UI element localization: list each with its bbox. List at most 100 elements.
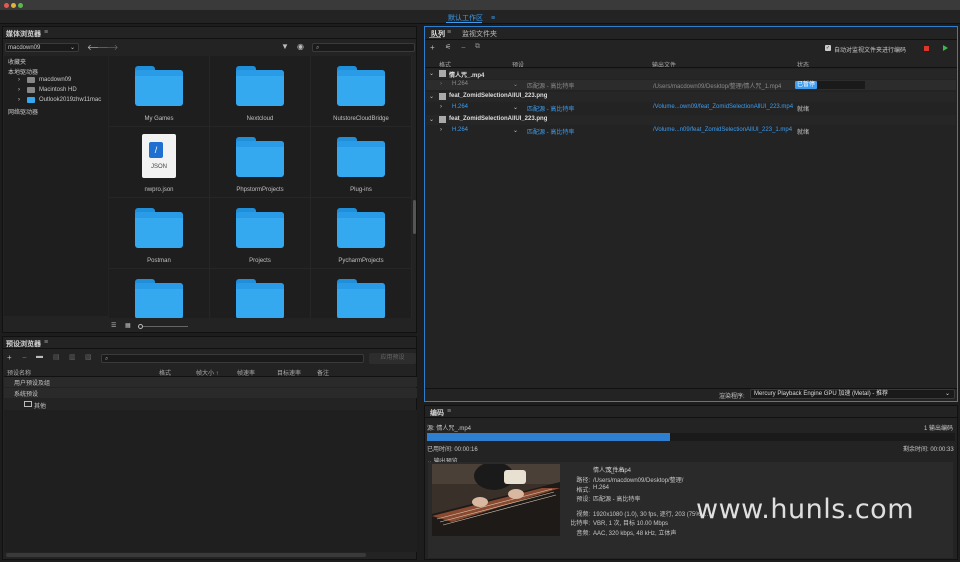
detail-value: 1920x1080 (1.0), 30 fps, 逐行, 203 (75% … [593, 512, 709, 518]
list-item[interactable]: 其他 [4, 399, 417, 410]
folder-icon [236, 137, 284, 177]
queue-job[interactable]: ⌄ feat_ZomidSelectionAllUI_223.png [426, 92, 956, 102]
media-search-input[interactable]: ⌕ [312, 43, 415, 52]
apply-preset-button[interactable]: 应用预设 [369, 353, 416, 364]
panel-menu-icon[interactable]: ≡ [44, 29, 48, 36]
remove-icon[interactable]: − [461, 43, 466, 52]
detail-key: 路径: [576, 478, 590, 484]
zoom-slider-track[interactable] [143, 326, 188, 327]
zoom-window-button[interactable] [18, 3, 23, 8]
queue-job[interactable]: ⌄ feat_ZomidSelectionAllUI_223.png [426, 115, 956, 125]
grid-item[interactable] [311, 269, 411, 318]
tree-expander[interactable]: › [18, 97, 20, 103]
media-grid-scrollbar[interactable] [413, 200, 416, 234]
folder-icon [236, 208, 284, 248]
list-item[interactable]: 系统预设 [4, 388, 417, 398]
panel-menu-icon[interactable]: ≡ [447, 408, 451, 415]
auto-encode-label: 自动对监视文件夹进行编码 [834, 48, 907, 54]
detail-value: AAC, 320 kbps, 48 kHz, 立体声 [593, 531, 677, 537]
grid-item[interactable]: My Games [109, 56, 209, 126]
workspace-underline [446, 22, 482, 23]
progress-bar: 已暂停 [795, 81, 865, 89]
export-icon[interactable]: ▧ [85, 353, 92, 361]
auto-encode-checkbox[interactable]: ✓ [825, 45, 831, 51]
detail-value: /Users/macdown09/Desktop/整理/ [593, 478, 684, 484]
list-item[interactable]: 用户预设及组 [4, 377, 417, 387]
tree-expander[interactable]: › [18, 87, 20, 93]
renderer-label: 渲染程序: [719, 394, 745, 400]
detail-value: H.264 [593, 485, 610, 491]
drive-icon [27, 77, 35, 83]
panel-menu-icon[interactable]: ≡ [44, 339, 48, 346]
queue-output-row[interactable]: › H.264 ⌄ 匹配源 - 高比特率 /Users/macdown09/De… [426, 80, 956, 90]
panel-menu-icon[interactable]: ≡ [447, 29, 451, 36]
tree-item-local-drives[interactable]: 本地驱动器 [8, 67, 38, 76]
grid-item[interactable]: Projects [210, 198, 310, 268]
folder-icon [135, 66, 183, 106]
queue-job[interactable]: ⌄ 情人咒_.mp4 [426, 69, 956, 79]
tree-item-macdown09[interactable]: macdown09 [39, 77, 71, 83]
detail-key: 视频: [576, 512, 590, 518]
json-file-icon: / JSON [142, 134, 176, 178]
add-source-icon[interactable]: + [430, 43, 435, 52]
grid-item[interactable]: Plug-ins [311, 127, 411, 197]
folder-icon [337, 279, 385, 318]
filter-icon[interactable]: ▼ [281, 42, 289, 51]
grid-item[interactable]: PhpstormProjects [210, 127, 310, 197]
settings-icon[interactable]: ▤ [53, 353, 60, 361]
queue-output-row[interactable]: › H.264 ⌄ 匹配源 - 高比特率 /Volume...own09/fea… [426, 103, 956, 113]
close-window-button[interactable] [4, 3, 9, 8]
grid-item[interactable]: NutstoreCloudBridge [311, 56, 411, 126]
elapsed-time: 已用时间: 00:00:16 [427, 447, 478, 453]
remove-icon[interactable]: − [22, 353, 27, 362]
minimize-window-button[interactable] [11, 3, 16, 8]
folder-icon [236, 66, 284, 106]
queue-output-row[interactable]: › H.264 ⌄ 匹配源 - 高比特率 /Volume...n09/feat_… [426, 126, 956, 136]
status-label: 就绪 [797, 107, 810, 113]
tree-item-outlook[interactable]: Outlook2019zhw11mac [39, 97, 101, 103]
folder-icon [236, 279, 284, 318]
grid-item[interactable]: Postman [109, 198, 209, 268]
preset-horizontal-scrollbar[interactable] [6, 553, 366, 557]
folder-icon [337, 208, 385, 248]
tree-item-favorites[interactable]: 收藏夹 [8, 57, 26, 66]
start-queue-icon[interactable] [943, 45, 948, 51]
forward-arrow-icon[interactable]: 🡒 [97, 42, 118, 52]
folder-icon [337, 137, 385, 177]
tree-expander[interactable]: › [18, 77, 20, 83]
stop-icon[interactable] [924, 46, 929, 51]
preset-search-input[interactable]: ⌕ [101, 354, 364, 363]
grid-item[interactable] [210, 269, 310, 318]
detail-key: 预设: [576, 497, 590, 503]
remaining-time: 剩余时间: 00:00:33 [903, 447, 954, 453]
detail-key: 音频: [576, 531, 590, 537]
search-icon: ⌕ [105, 356, 109, 362]
watermark-text: www.hunls.com [696, 494, 915, 525]
output-count: 1 输出编码 [924, 426, 954, 432]
preset-settings-icon[interactable]: ⚟ [445, 43, 451, 51]
duplicate-icon[interactable]: ⧉ [475, 43, 480, 51]
tab-watch-folders[interactable]: 监视文件夹 [462, 29, 497, 39]
icon-view-icon[interactable]: ▦ [125, 322, 131, 329]
status-label: 就绪 [797, 130, 810, 136]
grid-item[interactable]: Nextcloud [210, 56, 310, 126]
grid-item[interactable] [109, 269, 209, 318]
add-icon[interactable]: + [7, 353, 12, 362]
new-group-icon[interactable]: ▬ [36, 353, 43, 360]
location-dropdown[interactable]: macdown09 ⌄ [5, 43, 79, 52]
output-preview-image [432, 464, 560, 536]
folder-icon [337, 66, 385, 106]
grid-item[interactable]: / JSON nwpro.json [109, 127, 209, 197]
view-eye-icon[interactable]: ◉ [297, 42, 304, 51]
list-view-icon[interactable]: ☰ [111, 322, 116, 329]
tree-item-network-drives[interactable]: 网络驱动器 [8, 107, 38, 116]
detail-value: VBR, 1 次, 目标 10.00 Mbps [593, 521, 669, 527]
preview-frame [432, 464, 560, 536]
renderer-dropdown[interactable]: Mercury Playback Engine GPU 加速 (Metal) -… [750, 389, 955, 399]
import-icon[interactable]: ▥ [69, 353, 76, 361]
search-icon: ⌕ [316, 45, 320, 51]
tree-item-macintosh-hd[interactable]: Macintosh HD [39, 87, 77, 93]
grid-item[interactable]: PycharmProjects [311, 198, 411, 268]
detail-key: 比特率: [570, 521, 590, 527]
folder-icon [135, 208, 183, 248]
